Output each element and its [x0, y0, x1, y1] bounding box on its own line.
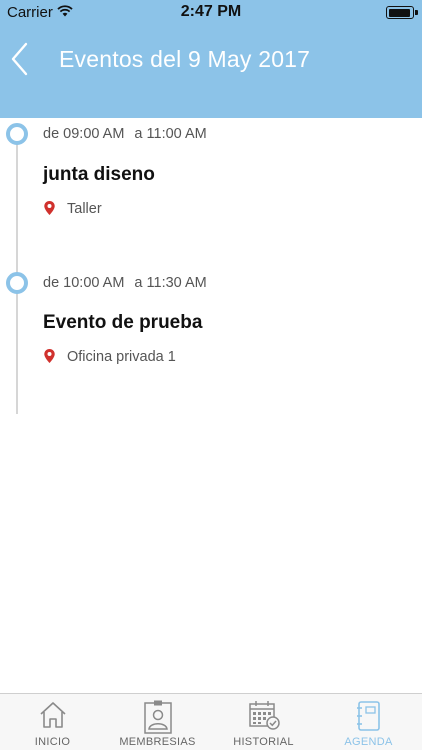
tab-label: HISTORIAL [233, 736, 294, 748]
home-icon [39, 702, 66, 728]
event-location: Taller [67, 201, 102, 217]
map-pin-icon [44, 201, 55, 215]
id-card-icon [143, 700, 172, 734]
back-button[interactable] [6, 40, 36, 78]
event-time: de 09:00 AM a 11:00 AM [43, 126, 207, 142]
event-title: junta diseno [43, 164, 155, 185]
calendar-check-icon [248, 701, 280, 730]
tab-inicio[interactable]: INICIO [0, 694, 105, 750]
tab-label: AGENDA [344, 736, 393, 748]
tab-historial[interactable]: HISTORIAL [211, 694, 316, 750]
chevron-left-icon [11, 42, 28, 76]
timeline-node [6, 123, 28, 145]
page-title: Eventos del 9 May 2017 [59, 46, 311, 72]
tab-label: MEMBRESIAS [119, 736, 196, 748]
status-time: 2:47 PM [180, 3, 242, 20]
tab-bar: INICIO MEMBRESIAS HISTORIAL AGENDA [0, 693, 422, 750]
event-title: Evento de prueba [43, 312, 203, 333]
nav-header: Carrier 2:47 PM Eventos del 9 May 2017 [0, 0, 422, 118]
battery-icon [386, 6, 418, 19]
event-start-time: de 09:00 AM [43, 126, 125, 142]
event-end-time: a 11:00 AM [134, 126, 207, 142]
timeline-node [6, 272, 28, 294]
notebook-icon [356, 701, 380, 731]
event-time: de 10:00 AM a 11:30 AM [43, 275, 207, 291]
status-bar: Carrier 2:47 PM [0, 0, 422, 24]
event-location: Oficina privada 1 [67, 349, 176, 365]
map-pin-icon [44, 349, 55, 363]
tab-agenda[interactable]: AGENDA [316, 694, 421, 750]
event-end-time: a 11:30 AM [134, 275, 207, 291]
tab-membresias[interactable]: MEMBRESIAS [105, 694, 210, 750]
event-start-time: de 10:00 AM [43, 275, 125, 291]
tab-label: INICIO [34, 736, 71, 748]
